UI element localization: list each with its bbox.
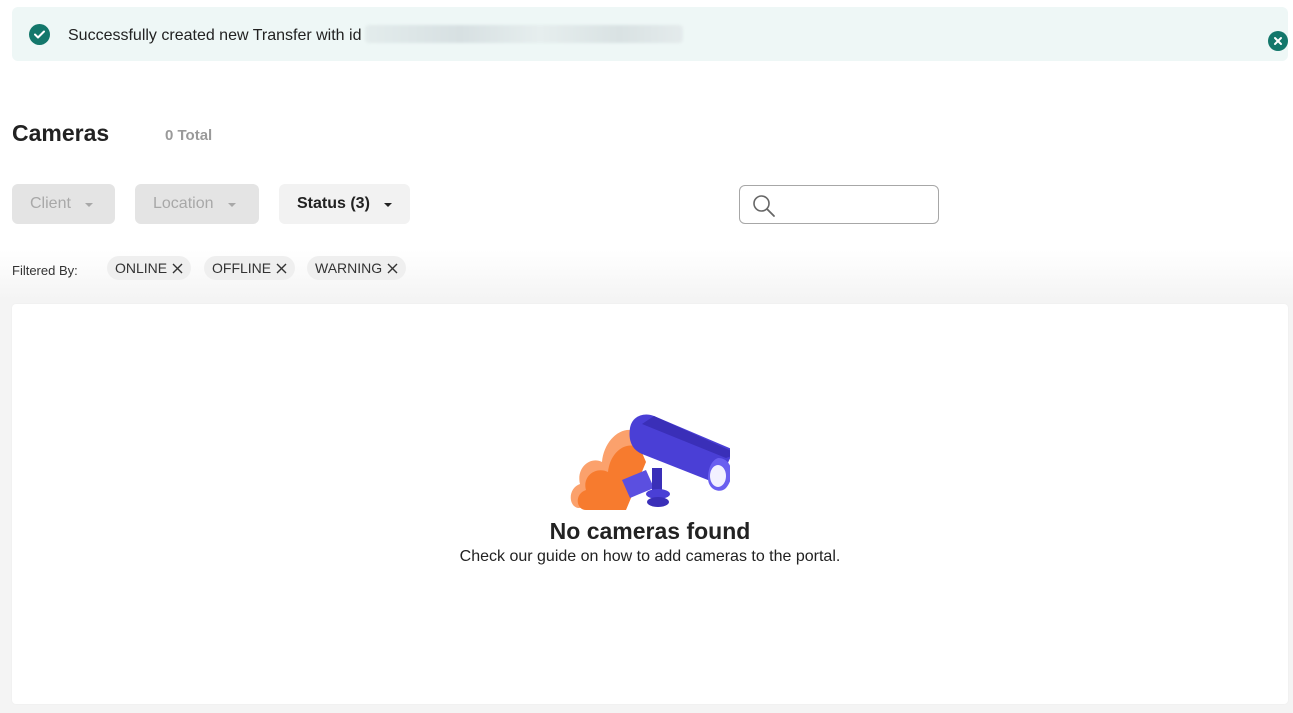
success-toast: Successfully created new Transfer with i… [12,7,1288,61]
filter-chip-label: WARNING [315,260,383,276]
filter-chip-online: ONLINE [107,256,192,280]
chevron-down-icon [84,202,93,207]
cameras-list-panel: No cameras found Check our guide on how … [12,304,1288,704]
filter-chip-warning: WARNING [307,256,407,280]
page-title: Cameras [12,120,110,146]
total-count: 0 Total [165,127,213,144]
check-circle-icon [29,24,50,45]
location-dropdown-label: Location [153,195,214,212]
client-dropdown[interactable]: Client [12,184,115,224]
status-dropdown[interactable]: Status (3) [279,184,410,224]
close-icon[interactable] [1268,31,1288,51]
chevron-down-icon [383,202,392,207]
security-camera-illustration [570,410,738,519]
toast-message: Successfully created new Transfer with i… [68,25,684,45]
filter-chip-label: ONLINE [115,260,168,276]
empty-state-subtitle: Check our guide on how to add cameras to… [459,548,841,565]
remove-filter-icon[interactable] [387,263,398,274]
status-dropdown-label: Status (3) [297,195,370,212]
filter-chip-offline: OFFLINE [204,256,296,280]
search-icon [752,194,776,223]
search-input[interactable] [782,192,930,218]
filter-chip-label: OFFLINE [212,260,272,276]
blurred-transfer-id [365,25,684,43]
chevron-down-icon [227,202,236,207]
page: Successfully created new Transfer with i… [0,0,1293,713]
location-dropdown[interactable]: Location [135,184,259,224]
filtered-by-label: Filtered By: [12,263,78,278]
remove-filter-icon[interactable] [276,263,287,274]
empty-state-title: No cameras found [549,518,751,544]
search-box[interactable] [739,185,939,224]
client-dropdown-label: Client [30,195,71,212]
remove-filter-icon[interactable] [172,263,183,274]
